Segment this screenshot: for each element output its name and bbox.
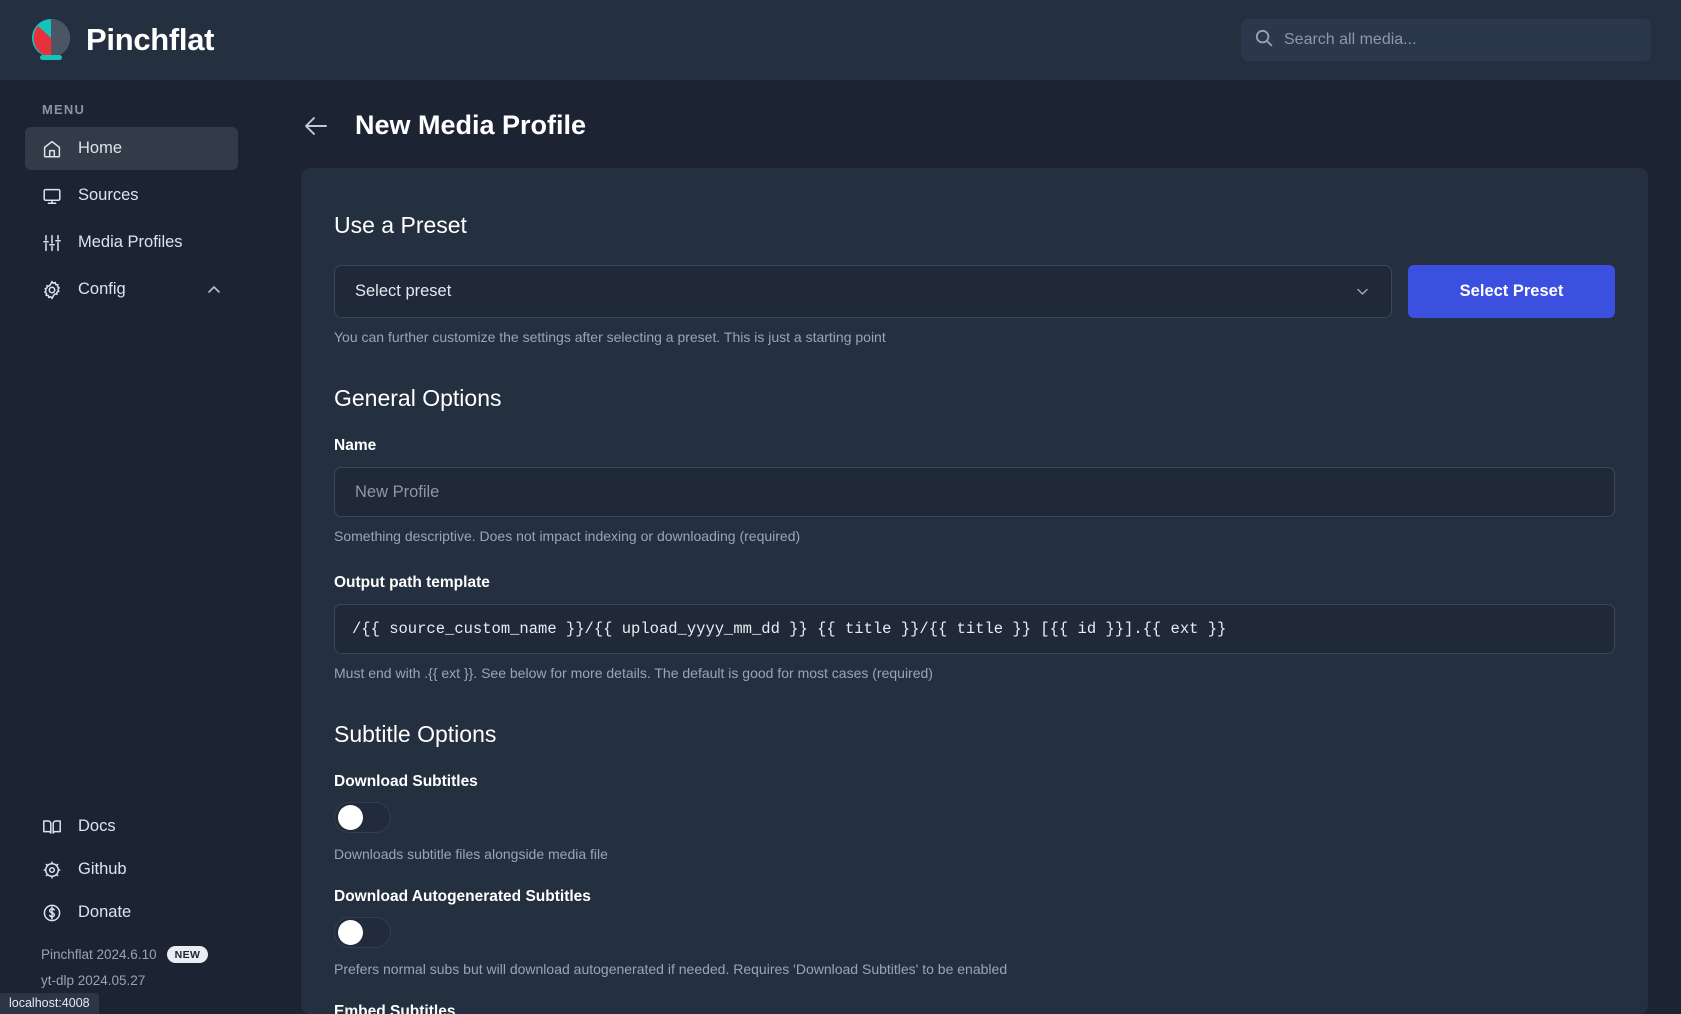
preset-hint: You can further customize the settings a… <box>334 329 886 345</box>
output-path-label: Output path template <box>334 574 490 591</box>
toggle-block-embed-subtitles: Embed Subtitles <box>334 1003 1615 1014</box>
sidebar-bottom: Docs Github Donate Pinchflat 2024.6.10 N… <box>0 805 263 1014</box>
chevron-up-icon <box>206 282 222 298</box>
toggle-block-download-subtitles: Download Subtitles Downloads subtitle fi… <box>334 773 1615 862</box>
sidebar-item-docs[interactable]: Docs <box>25 805 238 848</box>
cog-icon <box>41 859 62 880</box>
app-root: Pinchflat MENU <box>0 0 1681 1014</box>
sidebar-item-donate[interactable]: Donate <box>25 891 238 934</box>
sidebar-item-label: Sources <box>78 186 139 204</box>
top-bar: Pinchflat <box>0 0 1681 80</box>
sidebar-item-github[interactable]: Github <box>25 848 238 891</box>
chevron-down-icon <box>1354 283 1371 300</box>
app-version-line: Pinchflat 2024.6.10 NEW <box>41 946 238 963</box>
page-title: New Media Profile <box>355 110 587 140</box>
pinchflat-logo-icon <box>28 17 74 63</box>
sidebar-item-label: Home <box>78 139 123 157</box>
book-icon <box>41 816 62 837</box>
toggle-label: Download Autogenerated Subtitles <box>334 888 591 905</box>
sliders-icon <box>41 232 62 253</box>
arrow-left-icon[interactable] <box>301 111 331 141</box>
search-icon <box>1255 29 1273 52</box>
preset-row: Select preset Select Preset <box>334 265 1615 318</box>
search-box[interactable] <box>1241 19 1651 61</box>
main-content: New Media Profile Use a Preset Select pr… <box>263 80 1681 1014</box>
sidebar-item-home[interactable]: Home <box>25 127 238 170</box>
output-path-input[interactable] <box>334 604 1615 654</box>
toggle-label: Embed Subtitles <box>334 1003 456 1014</box>
home-icon <box>41 138 62 159</box>
toggle-knob <box>338 805 363 830</box>
brand-logo[interactable]: Pinchflat <box>28 17 263 63</box>
monitor-icon <box>41 185 62 206</box>
ytdlp-version-text: yt-dlp 2024.05.27 <box>41 973 146 988</box>
name-field-label: Name <box>334 437 377 454</box>
toggle-block-autogenerated-subtitles: Download Autogenerated Subtitles Prefers… <box>334 888 1615 977</box>
download-autogenerated-subtitles-toggle[interactable] <box>334 917 391 948</box>
toggle-label: Download Subtitles <box>334 773 478 790</box>
sidebar-item-label: Docs <box>78 817 116 835</box>
sidebar-item-sources[interactable]: Sources <box>25 174 238 217</box>
dollar-circle-icon <box>41 902 62 923</box>
sidebar-nav: Home Sources Media Profiles Config <box>0 127 263 315</box>
sidebar-item-media-profiles[interactable]: Media Profiles <box>25 221 238 264</box>
toggle-hint: Prefers normal subs but will download au… <box>334 961 1008 977</box>
select-preset-button[interactable]: Select Preset <box>1408 265 1615 318</box>
app-version-text: Pinchflat 2024.6.10 <box>41 947 157 962</box>
sidebar-menu-label: MENU <box>42 102 86 117</box>
sidebar-item-label: Github <box>78 860 127 878</box>
sidebar-item-config[interactable]: Config <box>25 268 238 311</box>
body-row: MENU Home Sources Media Profiles Config … <box>0 80 1681 1014</box>
sidebar-item-label: Media Profiles <box>78 233 183 251</box>
name-field-hint: Something descriptive. Does not impact i… <box>334 528 801 544</box>
sidebar: MENU Home Sources Media Profiles Config … <box>0 80 263 1014</box>
sidebar-item-label: Config <box>78 280 126 298</box>
download-subtitles-toggle[interactable] <box>334 802 391 833</box>
section-heading-preset: Use a Preset <box>334 212 467 238</box>
output-path-hint: Must end with .{{ ext }}. See below for … <box>334 665 933 681</box>
preset-select-value: Select preset <box>355 282 452 300</box>
toggle-hint: Downloads subtitle files alongside media… <box>334 846 608 862</box>
ytdlp-version-line: yt-dlp 2024.05.27 <box>41 973 238 988</box>
version-info: Pinchflat 2024.6.10 NEW yt-dlp 2024.05.2… <box>25 934 238 988</box>
section-heading-subtitle: Subtitle Options <box>334 721 497 747</box>
preset-select[interactable]: Select preset <box>334 265 1392 318</box>
new-badge: NEW <box>166 946 209 963</box>
name-input[interactable] <box>334 467 1615 517</box>
status-bar-url: localhost:4008 <box>0 993 99 1014</box>
section-heading-general: General Options <box>334 385 502 411</box>
search-input[interactable] <box>1284 31 1637 49</box>
page-header: New Media Profile <box>263 80 1648 168</box>
toggle-knob <box>338 920 363 945</box>
form-card: Use a Preset Select preset Select Preset… <box>301 168 1648 1014</box>
gear-icon <box>41 279 62 300</box>
brand-name: Pinchflat <box>86 22 215 57</box>
sidebar-item-label: Donate <box>78 903 132 921</box>
